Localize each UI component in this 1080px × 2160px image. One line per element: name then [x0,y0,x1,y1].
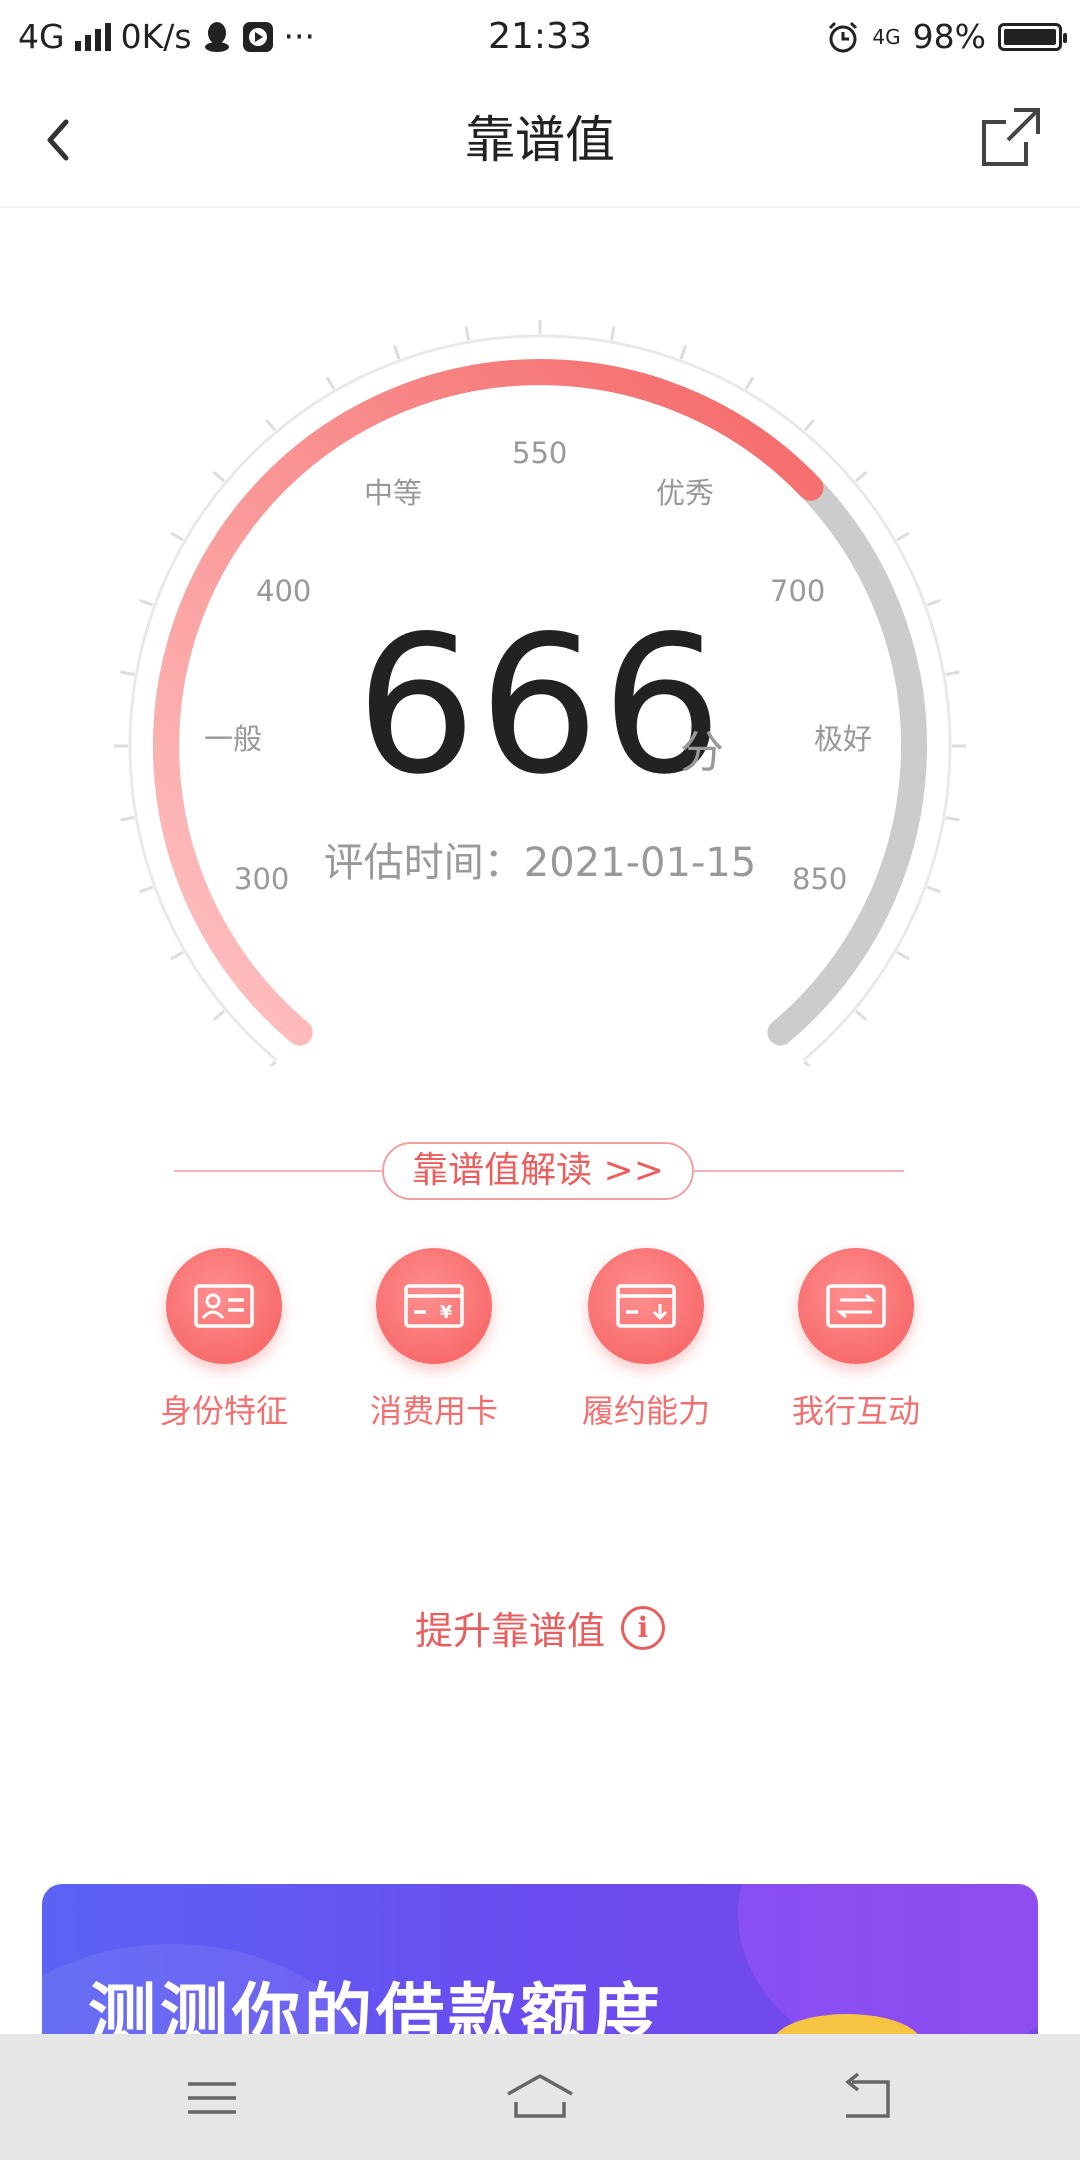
feature-label: 身份特征 [159,1392,288,1430]
tick-label-400: 400 [256,574,312,608]
info-icon[interactable]: i [621,1605,665,1650]
score-interpretation-button[interactable]: 靠谱值解读 >> [382,1142,694,1200]
feature-label: 消费用卡 [369,1392,498,1430]
network-type-right: 4G [872,25,901,49]
divider-right [694,1170,904,1172]
grade-label-medium: 中等 [364,476,423,510]
evaluation-date: 2021-01-15 [523,840,757,886]
feature-consumption[interactable]: ¥ 消费用卡 [354,1248,514,1432]
alarm-icon [829,21,858,53]
feature-label: 履约能力 [581,1392,710,1430]
gauge-tick [854,1009,868,1021]
tick-label-550: 550 [512,436,568,470]
gauge-tick [212,1009,226,1021]
improve-score-link[interactable]: 提升靠谱值 i [0,1600,1080,1655]
share-icon[interactable] [978,104,1044,170]
gauge-tick [269,1060,277,1066]
gauge-tick [120,816,135,822]
gauge-tick [610,326,616,341]
status-bar: 4G 0K/s ··· 21:33 4G 98% [0,0,1080,74]
gauge-tick [945,816,960,822]
gauge-tick [679,345,688,360]
gauge-tick [325,376,336,390]
gauge-tick [896,531,910,542]
feature-performance[interactable]: 履约能力 [566,1248,726,1432]
svg-text:¥: ¥ [440,1302,453,1323]
score-gauge: 300 400 550 700 850 一般 中等 优秀 极好 666 分 评估… [0,206,1080,1066]
status-right: 4G 98% [826,14,1067,60]
gauge-tick [803,418,815,432]
gauge-tick [265,418,277,432]
gauge-tick [139,598,154,607]
id-card-icon [166,1248,282,1364]
gauge-tick [392,345,401,360]
gauge-tick [926,598,941,607]
gauge-tick [170,950,184,961]
page-title: 靠谱值 [465,111,615,169]
feature-identity[interactable]: 身份特征 [144,1248,304,1432]
gauge-tick [744,376,755,390]
title-bar: 靠谱值 [0,74,1080,208]
gauge-tick [854,471,868,483]
gauge-tick [170,531,184,542]
gauge-tick [212,471,226,483]
menu-icon[interactable] [182,2070,242,2126]
exchange-icon [798,1248,914,1364]
yuan-card-icon: ¥ [376,1248,492,1364]
gauge-tick [896,950,910,961]
battery-percent: 98% [912,17,986,56]
battery-icon [998,23,1067,51]
improve-score-label: 提升靠谱值 [414,1609,605,1653]
evaluation-time-label: 评估时间： [323,840,524,886]
score-value: 666 [355,595,725,816]
divider-left [174,1170,384,1172]
back-icon[interactable] [838,2070,898,2126]
grade-label-excellent: 优秀 [656,476,715,510]
gauge-tick [464,326,470,341]
score-unit: 分 [680,727,724,778]
gauge-tick [803,1060,811,1066]
tick-label-700: 700 [770,574,826,608]
system-nav-bar [0,2034,1080,2160]
home-icon[interactable] [504,2070,576,2126]
evaluation-time: 评估时间：2021-01-15 [0,830,1080,888]
feature-interaction[interactable]: 我行互动 [776,1248,936,1432]
feature-label: 我行互动 [791,1392,920,1430]
contract-card-icon [588,1248,704,1364]
